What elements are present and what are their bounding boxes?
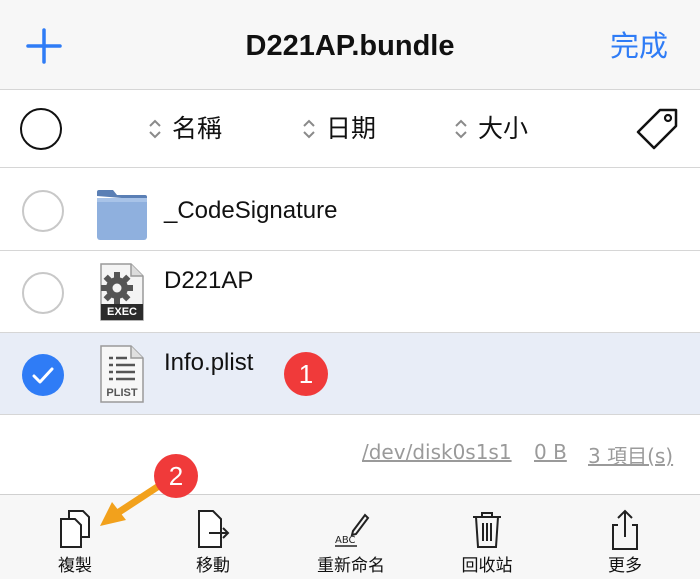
trash-button[interactable]: 回收站 bbox=[432, 495, 542, 579]
item-count-link[interactable]: 3 項目(s) bbox=[588, 440, 673, 470]
file-name: D221AP bbox=[164, 267, 254, 294]
plus-icon bbox=[26, 28, 62, 64]
tag-button[interactable] bbox=[634, 106, 680, 152]
rename-label: 重新命名 bbox=[317, 556, 385, 576]
sort-by-date[interactable]: 日期 bbox=[302, 90, 376, 168]
sort-date-label: 日期 bbox=[326, 114, 377, 143]
copy-icon bbox=[60, 510, 90, 548]
sort-by-name[interactable]: 名稱 bbox=[148, 90, 222, 168]
navigation-bar: D221AP.bundle 完成 bbox=[0, 0, 700, 90]
done-button[interactable]: 完成 bbox=[610, 0, 668, 90]
plist-file-icon: PLIST bbox=[95, 342, 149, 406]
folder-icon bbox=[95, 178, 149, 242]
page-title: D221AP.bundle bbox=[245, 30, 455, 62]
move-label: 移動 bbox=[196, 556, 230, 576]
move-icon bbox=[198, 510, 230, 548]
checkmark-icon bbox=[32, 367, 54, 384]
svg-text:ABC: ABC bbox=[335, 535, 356, 546]
copy-label: 複製 bbox=[58, 556, 92, 576]
exec-icon-label: EXEC bbox=[107, 306, 137, 318]
sort-arrows-icon bbox=[303, 119, 315, 139]
share-icon bbox=[612, 509, 638, 550]
row-checkbox-checked[interactable] bbox=[22, 354, 64, 396]
total-size-link[interactable]: 0 B bbox=[534, 440, 567, 470]
file-name: _CodeSignature bbox=[164, 197, 338, 224]
more-button[interactable]: 更多 bbox=[570, 495, 680, 579]
file-row-d221ap[interactable]: EXEC D221AP bbox=[0, 251, 700, 333]
annotation-badge-1: 1 bbox=[284, 352, 328, 396]
tag-icon bbox=[636, 108, 678, 150]
row-checkbox[interactable] bbox=[22, 190, 64, 232]
sort-size-label: 大小 bbox=[478, 114, 529, 143]
file-row-info-plist[interactable]: PLIST Info.plist bbox=[0, 333, 700, 415]
trash-icon bbox=[473, 512, 501, 548]
sort-by-size[interactable]: 大小 bbox=[454, 90, 528, 168]
sort-bar: 名稱 日期 大小 bbox=[0, 90, 700, 168]
file-row-codesignature[interactable]: _CodeSignature bbox=[0, 169, 700, 251]
file-name: Info.plist bbox=[164, 349, 254, 376]
rename-button[interactable]: ABC 重新命名 bbox=[296, 495, 406, 579]
sort-name-label: 名稱 bbox=[172, 114, 223, 143]
plist-icon-label: PLIST bbox=[106, 387, 138, 399]
add-button[interactable] bbox=[24, 26, 64, 66]
sort-arrows-icon bbox=[149, 119, 161, 139]
select-all-checkbox[interactable] bbox=[20, 108, 62, 150]
exec-file-icon: EXEC bbox=[95, 260, 149, 324]
trash-label: 回收站 bbox=[461, 556, 513, 576]
rename-pencil-icon: ABC bbox=[335, 513, 370, 547]
sort-arrows-icon bbox=[455, 119, 467, 139]
more-label: 更多 bbox=[608, 556, 642, 576]
row-checkbox[interactable] bbox=[22, 272, 64, 314]
disk-path-link[interactable]: /dev/disk0s1s1 bbox=[362, 440, 512, 470]
annotation-badge-2: 2 bbox=[154, 454, 198, 498]
